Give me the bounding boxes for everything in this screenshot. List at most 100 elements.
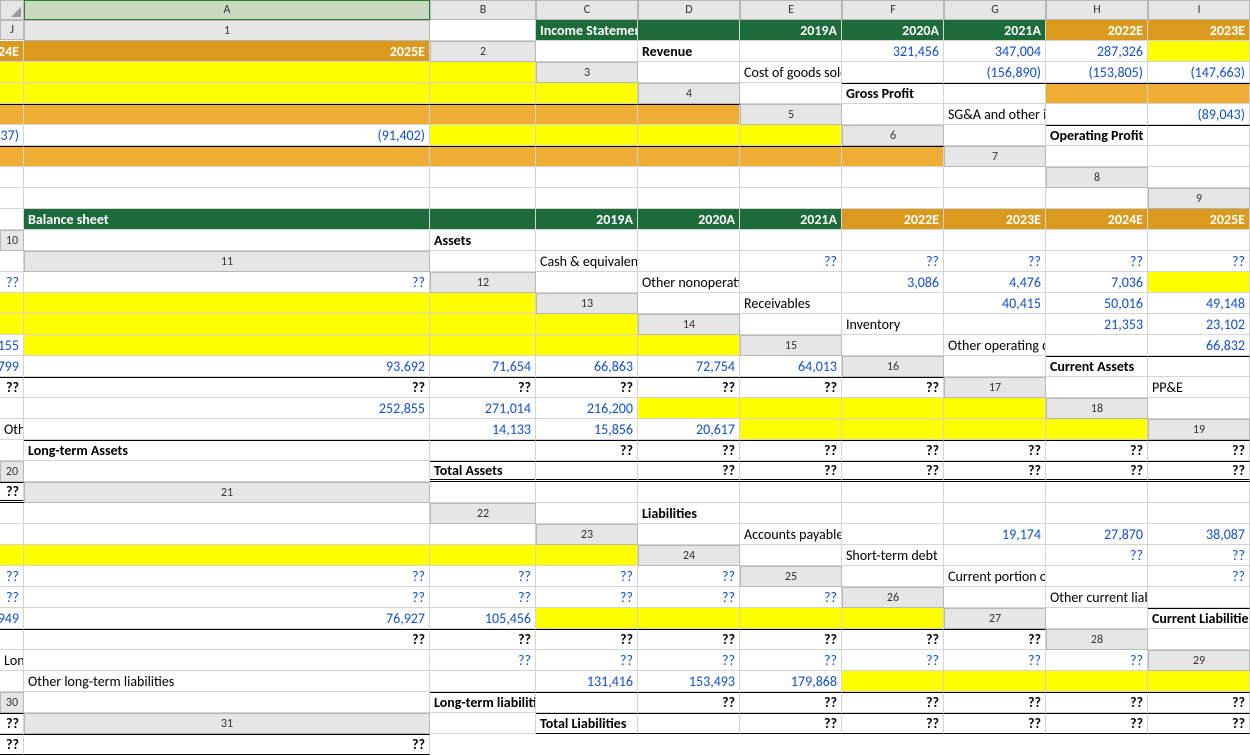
cell[interactable]: (147,663) (1148, 62, 1250, 83)
cell[interactable] (536, 167, 638, 188)
cell[interactable] (740, 398, 842, 419)
cell[interactable] (1148, 41, 1250, 62)
cell[interactable] (430, 671, 536, 692)
cell[interactable] (842, 146, 944, 167)
cell[interactable]: 4,476 (944, 272, 1046, 293)
cell[interactable]: ?? (638, 587, 740, 608)
cell[interactable]: ?? (24, 629, 430, 650)
cell[interactable] (0, 398, 24, 419)
cell[interactable]: 66,832 (1148, 335, 1250, 356)
cell[interactable] (842, 566, 944, 587)
cell[interactable]: ?? (638, 566, 740, 587)
cell[interactable]: Total Assets (430, 461, 536, 482)
cell[interactable] (842, 230, 944, 251)
cell[interactable] (430, 335, 536, 356)
cell[interactable] (536, 482, 638, 503)
cell[interactable] (0, 524, 24, 545)
cell[interactable]: ?? (740, 377, 842, 398)
cell[interactable] (430, 293, 536, 314)
cell[interactable]: Income Statement (536, 20, 638, 41)
cell[interactable]: ?? (842, 650, 944, 671)
cell[interactable] (638, 167, 740, 188)
cell[interactable] (24, 83, 430, 104)
cell[interactable]: 2019A (536, 209, 638, 230)
cell[interactable]: ?? (1046, 545, 1148, 566)
cell[interactable]: ?? (536, 587, 638, 608)
cell[interactable] (842, 419, 944, 440)
cell[interactable] (1046, 377, 1148, 398)
cell[interactable] (944, 83, 1046, 104)
cell[interactable] (740, 545, 842, 566)
col-header-G[interactable]: G (944, 0, 1046, 20)
cell[interactable] (842, 62, 944, 83)
cell[interactable]: ?? (430, 629, 536, 650)
col-header-A[interactable]: A (24, 0, 430, 20)
col-header-I[interactable]: I (1148, 0, 1250, 20)
cell[interactable] (842, 167, 944, 188)
cell[interactable] (0, 314, 24, 335)
cell[interactable] (1148, 272, 1250, 293)
cell[interactable] (430, 20, 536, 41)
cell[interactable]: ?? (430, 566, 536, 587)
cell[interactable] (24, 146, 430, 167)
cell[interactable] (430, 545, 536, 566)
cell[interactable] (638, 524, 740, 545)
cell[interactable] (842, 293, 944, 314)
cell[interactable]: 2022E (1046, 20, 1148, 41)
cell[interactable] (0, 62, 24, 83)
cell[interactable]: Assets (430, 230, 536, 251)
cell[interactable] (430, 146, 536, 167)
cell[interactable]: ?? (740, 713, 842, 734)
cell[interactable] (842, 671, 944, 692)
cell[interactable] (430, 83, 536, 104)
cell[interactable] (1148, 356, 1250, 377)
row-header[interactable]: 6 (842, 125, 944, 146)
cell[interactable]: ?? (1148, 566, 1250, 587)
cell[interactable] (842, 482, 944, 503)
row-header[interactable]: 14 (638, 314, 740, 335)
cell[interactable] (1046, 188, 1148, 209)
cell[interactable] (842, 608, 944, 629)
cell[interactable] (1046, 419, 1148, 440)
row-header[interactable]: 27 (944, 608, 1046, 629)
cell[interactable] (638, 188, 740, 209)
cell[interactable]: 3,086 (842, 272, 944, 293)
cell[interactable] (430, 440, 536, 461)
cell[interactable] (430, 482, 536, 503)
cell[interactable] (740, 503, 842, 524)
cell[interactable] (24, 230, 430, 251)
cell[interactable]: ?? (842, 377, 944, 398)
cell[interactable] (1046, 335, 1148, 356)
cell[interactable] (944, 167, 1046, 188)
cell[interactable]: 15,856 (536, 419, 638, 440)
cell[interactable] (0, 209, 24, 230)
cell[interactable] (430, 524, 536, 545)
cell[interactable] (740, 272, 842, 293)
cell[interactable]: Other operating current assets (944, 335, 1046, 356)
cell[interactable] (740, 482, 842, 503)
cell[interactable]: 76,927 (24, 608, 430, 629)
row-header[interactable]: 22 (430, 503, 536, 524)
cell[interactable]: 27,870 (1046, 524, 1148, 545)
cell[interactable]: 2025E (1148, 209, 1250, 230)
cell[interactable] (1148, 146, 1250, 167)
cell[interactable]: Gross Profit (842, 83, 944, 104)
cell[interactable] (536, 692, 638, 713)
cell[interactable] (944, 419, 1046, 440)
cell[interactable] (842, 104, 944, 125)
cell[interactable] (944, 356, 1046, 377)
cell[interactable] (1148, 125, 1250, 146)
cell[interactable] (1148, 587, 1250, 608)
cell[interactable] (430, 713, 536, 734)
cell[interactable]: ?? (740, 461, 842, 482)
cell[interactable]: ?? (944, 251, 1046, 272)
cell[interactable]: ?? (430, 377, 536, 398)
cell[interactable]: ?? (0, 587, 24, 608)
cell[interactable]: 179,868 (740, 671, 842, 692)
row-header[interactable]: 9 (1148, 188, 1250, 209)
cell[interactable] (740, 314, 842, 335)
cell[interactable]: Receivables (740, 293, 842, 314)
cell[interactable]: ?? (944, 713, 1046, 734)
cell[interactable]: 347,004 (944, 41, 1046, 62)
cell[interactable] (536, 461, 638, 482)
